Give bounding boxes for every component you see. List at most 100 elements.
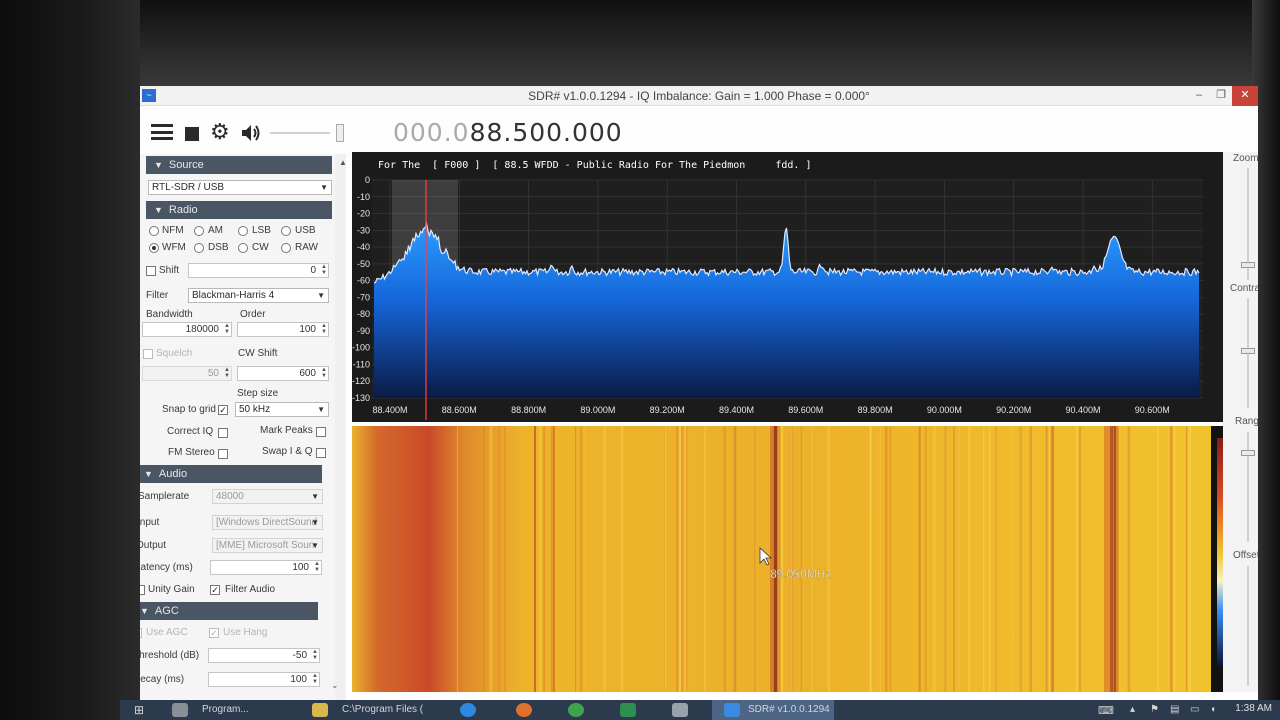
radio-wfm[interactable] [149, 243, 159, 253]
radio-nfm[interactable] [149, 226, 159, 236]
volume-slider-track[interactable] [270, 132, 330, 134]
waterfall-signal-line [944, 426, 947, 692]
fm-stereo-checkbox[interactable] [218, 449, 228, 459]
threshold-input[interactable]: -50 ▲ ▼ [208, 648, 320, 663]
radio-lsb[interactable] [238, 226, 248, 236]
spinner-arrows-icon[interactable]: ▲ ▼ [222, 367, 230, 379]
spinner-arrows-icon[interactable]: ▲ ▼ [222, 323, 230, 335]
filter-audio-checkbox[interactable]: ✓ [210, 585, 220, 595]
file-manager-icon[interactable] [672, 703, 688, 717]
windows-start-icon[interactable]: ⊞ [134, 703, 144, 717]
internet-explorer-icon[interactable] [460, 703, 476, 717]
unity-gain-checkbox[interactable] [140, 585, 145, 595]
source-device-select[interactable]: RTL-SDR / USB ▼ [148, 180, 332, 195]
correct-iq-checkbox[interactable] [218, 428, 228, 438]
x-tick-label: 89.600M [788, 405, 823, 415]
radio-usb[interactable] [281, 226, 291, 236]
radio-cw[interactable] [238, 243, 248, 253]
samplerate-select[interactable]: 48000 ▼ [212, 489, 323, 504]
waterfall-signal-line [811, 426, 814, 692]
speaker-icon[interactable] [240, 122, 262, 144]
frequency-display[interactable]: 000.088.500.000 [393, 118, 623, 147]
shift-checkbox[interactable] [146, 266, 156, 276]
monitor-bezel-top [0, 0, 1280, 88]
scroll-up-arrow-icon[interactable]: ▲ [339, 158, 346, 167]
maximize-button[interactable]: ❐ [1210, 86, 1232, 106]
audio-section-header[interactable]: ▼ Audio [140, 465, 322, 483]
contrast-slider-thumb[interactable] [1241, 348, 1255, 354]
spinner-arrows-icon[interactable]: ▲ ▼ [319, 264, 327, 276]
stop-icon[interactable] [185, 127, 199, 141]
program-app-icon[interactable] [172, 703, 188, 717]
filter-select[interactable]: Blackman-Harris 4 ▼ [188, 288, 329, 303]
range-slider-thumb[interactable] [1241, 450, 1255, 456]
squelch-checkbox[interactable] [143, 349, 153, 359]
battery-icon[interactable]: ▭ [1190, 704, 1199, 715]
use-hang-checkbox[interactable]: ✓ [209, 628, 219, 638]
radio-section-header[interactable]: ▼ Radio [146, 201, 332, 219]
waterfall-signal-line [1075, 426, 1079, 692]
snap-to-grid-checkbox[interactable]: ✓ [218, 405, 228, 415]
offset-slider[interactable] [1247, 566, 1249, 686]
filter-value: Blackman-Harris 4 [192, 290, 275, 301]
bandwidth-input[interactable]: 180000 ▲ ▼ [142, 322, 232, 337]
waterfall-display[interactable]: 89.050MHz [352, 426, 1243, 692]
swap-iq-checkbox[interactable] [316, 448, 326, 458]
audio-input-select[interactable]: [Windows DirectSound ▼ [212, 515, 323, 530]
gear-icon[interactable]: ⚙ [210, 120, 230, 144]
radio-dsb[interactable] [194, 243, 204, 253]
zoom-slider-thumb[interactable] [1241, 262, 1255, 268]
y-tick-label: -40 [357, 242, 370, 252]
waterfall-plot[interactable]: 89.050MHz [352, 426, 1211, 692]
flag-icon[interactable]: ⚑ [1150, 704, 1159, 715]
network-icon[interactable]: ▤ [1170, 704, 1179, 715]
step-size-select[interactable]: 50 kHz ▼ [235, 402, 329, 417]
close-button[interactable]: ✕ [1232, 86, 1258, 106]
radio-raw-label: RAW [295, 242, 318, 253]
keyboard-icon[interactable]: ⌨ [1098, 704, 1114, 717]
sdr-window: ~ SDR# v1.0.0.1294 - IQ Imbalance: Gain … [140, 86, 1258, 706]
spinner-arrows-icon[interactable]: ▲ ▼ [319, 323, 327, 335]
waterfall-signal-line [879, 426, 881, 692]
source-section-header[interactable]: ▼ Source [146, 156, 332, 174]
cw-shift-input[interactable]: 600 ▲ ▼ [237, 366, 329, 381]
taskbar-item-sdr[interactable]: SDR# v1.0.0.1294 [748, 704, 830, 715]
squelch-input[interactable]: 50 ▲ ▼ [142, 366, 232, 381]
shift-input[interactable]: 0 ▲ ▼ [188, 263, 329, 278]
volume-tray-icon[interactable]: ◖ [1210, 704, 1216, 715]
excel-icon[interactable] [620, 703, 636, 717]
chrome-icon[interactable] [568, 703, 584, 717]
firefox-icon[interactable] [516, 703, 532, 717]
spinner-arrows-icon[interactable]: ▲ ▼ [312, 561, 320, 573]
radio-am[interactable] [194, 226, 204, 236]
panel-scrollbar[interactable] [335, 154, 346, 706]
spectrum-analyzer[interactable]: 0 -10 -20 -30 -40 -50 -60 -70 -80 -90 -100 -110 -120… [352, 152, 1223, 422]
latency-input[interactable]: 100 ▲ ▼ [210, 560, 322, 575]
taskbar-item-explorer[interactable]: C:\Program Files ( [342, 704, 423, 715]
use-agc-checkbox[interactable] [140, 628, 142, 638]
volume-slider-thumb[interactable] [336, 124, 344, 142]
tray-arrow-icon[interactable]: ▴ [1130, 704, 1135, 715]
waterfall-signal-line [681, 426, 683, 692]
spinner-arrows-icon[interactable]: ▲ ▼ [310, 649, 318, 661]
hamburger-menu-icon[interactable] [151, 124, 173, 140]
agc-section-header[interactable]: ▼ AGC [140, 602, 318, 620]
minimize-button[interactable]: – [1188, 86, 1210, 106]
range-slider[interactable] [1247, 432, 1249, 542]
waterfall-signal-line [574, 426, 577, 692]
cw-shift-value: 600 [299, 368, 316, 379]
zoom-label: Zoom [1233, 153, 1258, 164]
spinner-arrows-icon[interactable]: ▲ ▼ [310, 673, 318, 685]
folder-icon[interactable] [312, 703, 328, 717]
decay-input[interactable]: 100 ▲ ▼ [208, 672, 320, 687]
audio-output-select[interactable]: [MME] Microsoft Soun ▼ [212, 538, 323, 553]
spinner-arrows-icon[interactable]: ▲ ▼ [319, 367, 327, 379]
scroll-down-arrow-icon[interactable]: ⌄ [331, 680, 339, 691]
range-label: Range [1235, 416, 1258, 427]
taskbar-item-program[interactable]: Program... [202, 704, 249, 715]
mark-peaks-checkbox[interactable] [316, 427, 326, 437]
sdr-app-icon[interactable] [724, 703, 740, 717]
order-input[interactable]: 100 ▲ ▼ [237, 322, 329, 337]
radio-raw[interactable] [281, 243, 291, 253]
spectrum-plot[interactable]: 0 -10 -20 -30 -40 -50 -60 -70 -80 -90 -100 -110 -120… [352, 152, 1223, 422]
